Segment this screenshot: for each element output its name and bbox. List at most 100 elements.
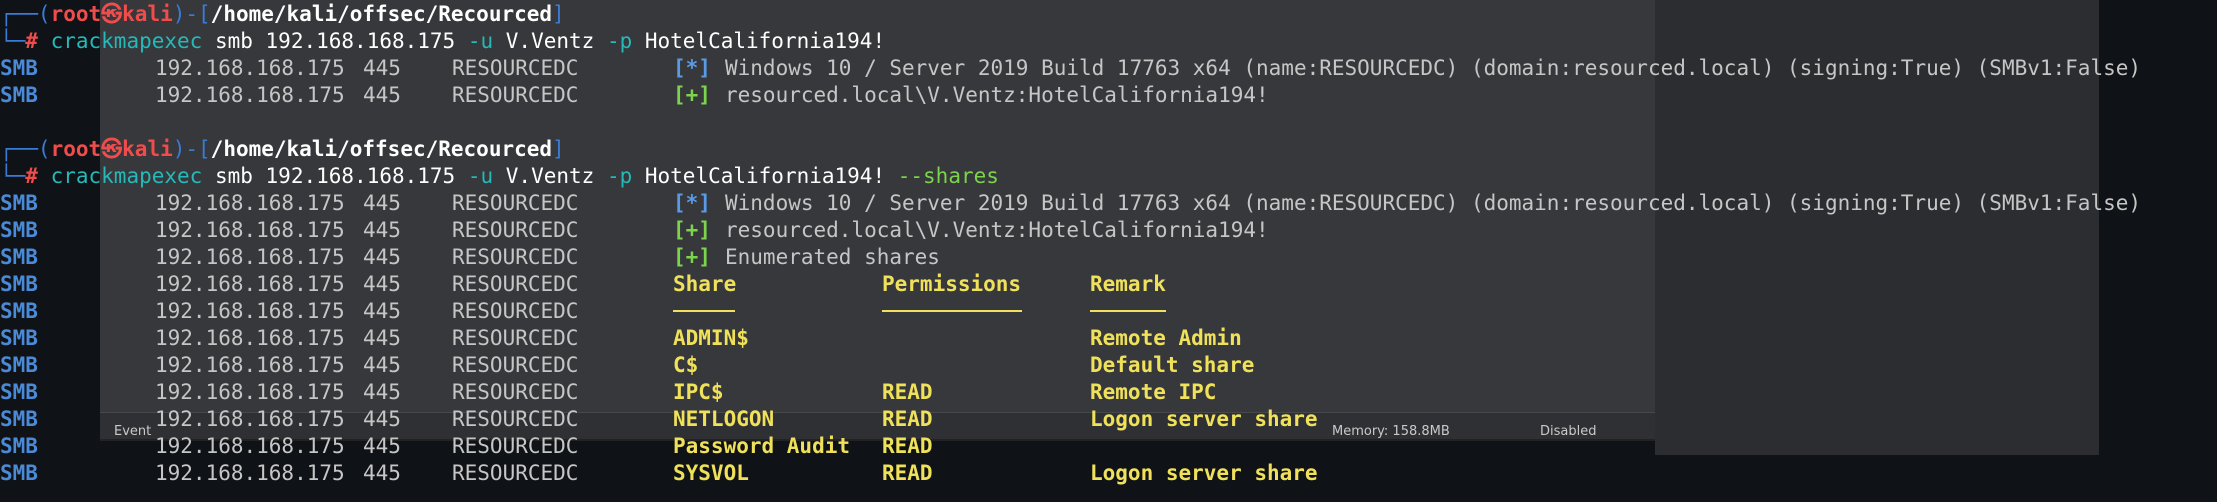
target-host: RESOURCEDC (452, 380, 579, 404)
target-port: 445 (363, 56, 401, 80)
terminal-output[interactable]: ┌──(root㉿kali)-[/home/kali/offsec/Recour… (0, 0, 2217, 502)
share-permission: READ (882, 434, 933, 458)
protocol-label: SMB (0, 56, 38, 80)
target-port: 445 (363, 461, 401, 485)
prompt-box-top: ┌──( (0, 137, 51, 161)
command-args: smb 192.168.168.175 (202, 29, 468, 53)
protocol-label: SMB (0, 407, 38, 431)
command-flag-shares: --shares (897, 164, 999, 188)
share-remark: Remote IPC (1090, 380, 1217, 404)
target-host: RESOURCEDC (452, 461, 579, 485)
target-host: RESOURCEDC (452, 299, 579, 323)
prompt-hash: # (25, 29, 38, 53)
protocol-label: SMB (0, 218, 38, 242)
command-args: smb 192.168.168.175 (202, 164, 468, 188)
protocol-label: SMB (0, 191, 38, 215)
target-host: RESOURCEDC (452, 434, 579, 458)
output-text: resourced.local\V.Ventz:HotelCalifornia1… (725, 218, 1269, 242)
target-port: 445 (363, 380, 401, 404)
protocol-label: SMB (0, 353, 38, 377)
command-user: V.Ventz (493, 29, 607, 53)
target-ip: 192.168.168.175 (155, 407, 345, 431)
target-host: RESOURCEDC (452, 272, 579, 296)
status-marker: [+] (673, 218, 711, 242)
prompt-bracket: )-[ (172, 137, 211, 161)
target-ip: 192.168.168.175 (155, 353, 345, 377)
status-marker: [+] (673, 245, 711, 269)
target-port: 445 (363, 353, 401, 377)
status-marker: [+] (673, 83, 711, 107)
command-line: └─# crackmapexec smb 192.168.168.175 -u … (0, 163, 999, 190)
share-name: Password Audit (673, 434, 851, 458)
target-host: RESOURCEDC (452, 407, 579, 431)
output-text: Windows 10 / Server 2019 Build 17763 x64… (725, 56, 2142, 80)
output-text: Windows 10 / Server 2019 Build 17763 x64… (725, 191, 2142, 215)
target-port: 445 (363, 326, 401, 350)
command-flag-user: -u (467, 29, 494, 53)
share-name: C$ (673, 353, 699, 377)
prompt-bracket-end: ] (552, 2, 565, 26)
prompt-at-icon: ㉿ (101, 137, 123, 161)
prompt-host: kali (122, 2, 173, 26)
target-port: 445 (363, 407, 401, 431)
prompt-at-icon: ㉿ (101, 2, 123, 26)
target-ip: 192.168.168.175 (155, 56, 345, 80)
prompt-path: /home/kali/offsec/Recourced (210, 137, 553, 161)
target-port: 445 (363, 299, 401, 323)
column-underline (882, 298, 1022, 312)
target-host: RESOURCEDC (452, 191, 579, 215)
target-port: 445 (363, 272, 401, 296)
command-flag-user: -u (467, 164, 494, 188)
target-host: RESOURCEDC (452, 218, 579, 242)
target-ip: 192.168.168.175 (155, 461, 345, 485)
target-ip: 192.168.168.175 (155, 83, 345, 107)
prompt-box-bottom: └─ (0, 29, 26, 53)
prompt-line: ┌──(root㉿kali)-[/home/kali/offsec/Recour… (0, 136, 565, 163)
target-port: 445 (363, 83, 401, 107)
protocol-label: SMB (0, 83, 38, 107)
prompt-line: ┌──(root㉿kali)-[/home/kali/offsec/Recour… (0, 1, 565, 28)
share-remark: Logon server share (1090, 461, 1318, 485)
command-tool: crackmapexec (37, 164, 203, 188)
column-underline (1090, 298, 1166, 312)
prompt-host: kali (122, 137, 173, 161)
protocol-label: SMB (0, 326, 38, 350)
prompt-hash: # (25, 164, 38, 188)
prompt-path: /home/kali/offsec/Recourced (210, 2, 553, 26)
target-ip: 192.168.168.175 (155, 218, 345, 242)
protocol-label: SMB (0, 380, 38, 404)
protocol-label: SMB (0, 299, 38, 323)
target-host: RESOURCEDC (452, 83, 579, 107)
target-host: RESOURCEDC (452, 353, 579, 377)
command-pass: HotelCalifornia194! (632, 29, 886, 53)
status-marker: [*] (673, 56, 711, 80)
prompt-bracket: )-[ (172, 2, 211, 26)
protocol-label: SMB (0, 434, 38, 458)
prompt-user: root (50, 2, 102, 26)
share-remark: Logon server share (1090, 407, 1318, 431)
target-host: RESOURCEDC (452, 245, 579, 269)
share-remark: Remote Admin (1090, 326, 1242, 350)
target-ip: 192.168.168.175 (155, 434, 345, 458)
target-port: 445 (363, 191, 401, 215)
command-flag-pass: -p (606, 164, 633, 188)
protocol-label: SMB (0, 272, 38, 296)
prompt-box-top: ┌──( (0, 2, 51, 26)
target-port: 445 (363, 434, 401, 458)
prompt-bracket-end: ] (552, 137, 565, 161)
share-name: NETLOGON (673, 407, 775, 431)
target-port: 445 (363, 245, 401, 269)
column-header-permissions: Permissions (882, 272, 1022, 296)
share-name: IPC$ (673, 380, 724, 404)
command-pass: HotelCalifornia194! (632, 164, 898, 188)
target-ip: 192.168.168.175 (155, 191, 345, 215)
prompt-user: root (50, 137, 102, 161)
command-tool: crackmapexec (37, 29, 203, 53)
target-ip: 192.168.168.175 (155, 380, 345, 404)
share-permission: READ (882, 380, 933, 404)
share-permission: READ (882, 461, 933, 485)
share-remark: Default share (1090, 353, 1255, 377)
column-header-remark: Remark (1090, 272, 1166, 296)
target-ip: 192.168.168.175 (155, 326, 345, 350)
command-flag-pass: -p (606, 29, 633, 53)
